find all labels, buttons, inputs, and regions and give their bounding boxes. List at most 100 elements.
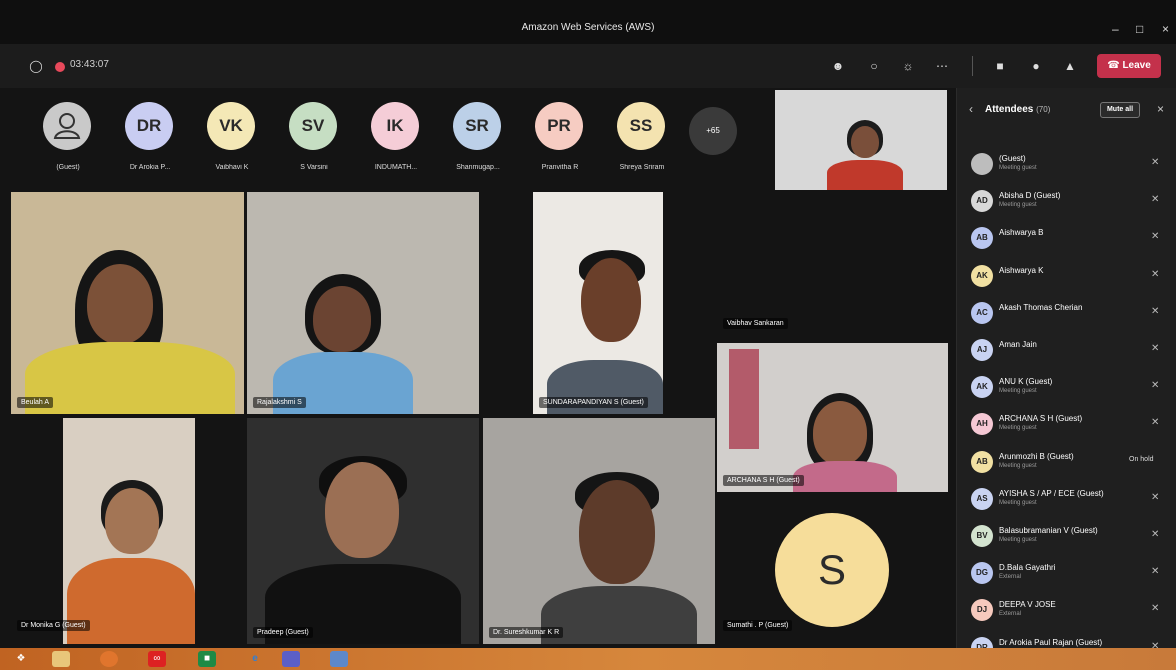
minimize-icon[interactable]: – xyxy=(1112,22,1119,36)
attendee-name: (Guest) xyxy=(999,154,1026,163)
avatar-item[interactable]: IK INDUMATH... xyxy=(354,88,438,186)
excel-icon[interactable]: ■ xyxy=(198,651,216,667)
mic-off-icon[interactable]: ✕ xyxy=(1151,194,1159,205)
mic-off-icon[interactable]: ✕ xyxy=(1151,529,1159,540)
leave-button[interactable]: ☎ Leave xyxy=(1097,54,1161,78)
attendee-row[interactable]: AJ Aman Jain ✕ xyxy=(957,334,1176,367)
attendee-row[interactable]: AH ARCHANA S H (Guest) Meeting guest ✕ xyxy=(957,408,1176,441)
shield-icon: ◯ xyxy=(29,59,43,73)
avatar-name: Vaibhavi K xyxy=(215,164,249,171)
window-title: Amazon Web Services (AWS) xyxy=(521,22,655,33)
video-tile-top[interactable] xyxy=(775,90,947,190)
mic-off-icon[interactable]: ✕ xyxy=(1151,231,1159,242)
internet-explorer-icon[interactable]: e xyxy=(246,651,264,667)
attendee-role: Meeting guest xyxy=(999,202,1037,209)
attendee-name: AYISHA S / AP / ECE (Guest) xyxy=(999,488,1104,498)
attendee-row[interactable]: AB Aishwarya B ✕ xyxy=(957,222,1176,255)
firefox-icon[interactable] xyxy=(100,651,118,667)
video-tile[interactable]: Dr. Sureshkumar K R xyxy=(483,418,715,644)
attendee-row[interactable]: BV Balasubramanian V (Guest) Meeting guest… xyxy=(957,520,1176,553)
tile-name: Sumathi . P (Guest) xyxy=(723,620,793,631)
chat-icon[interactable]: ○ xyxy=(866,58,882,74)
avatar-item[interactable]: SR Shanmugap... xyxy=(436,88,520,186)
tile-name: Vaibhav Sankaran xyxy=(723,318,788,329)
attendees-panel: ‹ Attendees (70) Mute all × (Guest) Meeti… xyxy=(956,88,1176,659)
attendee-name: ANU K (Guest) xyxy=(999,377,1053,387)
attendee-avatar: AJ xyxy=(971,339,993,361)
mic-off-icon[interactable]: ✕ xyxy=(1151,343,1159,354)
avatar xyxy=(43,102,91,150)
avatar-item[interactable]: PR Pranvitha R xyxy=(518,88,602,186)
windows-start-icon[interactable]: ❖ xyxy=(12,651,30,667)
panel-header: ‹ Attendees (70) Mute all × xyxy=(957,88,1176,132)
phone-icon: ☎ xyxy=(1107,60,1120,71)
attendee-row[interactable]: DG D.Bala Gayathri External ✕ xyxy=(957,557,1176,590)
avatar-item[interactable]: SV S Varsini xyxy=(272,88,356,186)
video-tile[interactable]: Rajalakshmi S xyxy=(247,192,479,414)
mic-off-icon[interactable]: ✕ xyxy=(1151,269,1159,280)
tile-name: SUNDARAPANDIYAN S (Guest) xyxy=(539,397,648,408)
avatar: SV xyxy=(289,102,337,150)
avatar-name: Dr Arokia P... xyxy=(129,164,171,171)
avatar-item[interactable]: SS Shreya Sriram xyxy=(600,88,684,186)
attendee-name: D.Bala Gayathri xyxy=(999,563,1056,573)
attendee-name: Abisha D (Guest) xyxy=(999,191,1061,201)
attendee-row[interactable]: AB Arunmozhi B (Guest) Meeting guest On hol… xyxy=(957,446,1176,479)
video-tile[interactable]: SUNDARAPANDIYAN S (Guest) xyxy=(533,192,663,414)
attendee-avatar: DJ xyxy=(971,599,993,622)
tile-name: Pradeep (Guest) xyxy=(253,627,313,638)
attendee-role: Meeting guest xyxy=(999,499,1037,506)
mic-off-icon[interactable]: ✕ xyxy=(1151,157,1159,168)
teams-icon[interactable] xyxy=(282,651,300,667)
attendee-role: Meeting guest xyxy=(999,165,1037,171)
avatar-item[interactable]: (Guest) xyxy=(26,88,110,186)
attendee-name: DEEPA V JOSE xyxy=(999,600,1056,610)
attendee-row[interactable]: AK Aishwarya K ✕ xyxy=(957,260,1176,293)
reactions-icon[interactable]: ☼ xyxy=(900,58,916,74)
acrobat-icon[interactable]: ∞ xyxy=(148,651,166,667)
photos-icon[interactable] xyxy=(330,651,348,667)
meeting-toolbar: ◯ 03:43:07 ☻ ○ ☼ ⋯ ■ ● ▲ ☎ Leave xyxy=(0,44,1176,88)
mic-off-icon[interactable]: ✕ xyxy=(1151,306,1159,317)
mic-off-icon[interactable]: ✕ xyxy=(1151,417,1159,428)
video-tile[interactable]: Beulah A xyxy=(11,192,244,414)
attendee-row[interactable]: AC Akash Thomas Cherian ✕ xyxy=(957,297,1176,330)
back-icon[interactable]: ‹ xyxy=(969,102,973,116)
avatar: DR xyxy=(125,102,173,150)
mic-off-icon[interactable]: ✕ xyxy=(1151,380,1159,391)
attendee-row[interactable]: (Guest) Meeting guest ✕ xyxy=(957,148,1176,181)
attendee-avatar xyxy=(971,153,993,175)
maximize-icon[interactable]: □ xyxy=(1136,22,1143,36)
more-icon[interactable]: ⋯ xyxy=(934,58,950,74)
mute-all-button[interactable]: Mute all xyxy=(1100,102,1140,118)
attendee-role: Meeting guest xyxy=(999,388,1037,395)
close-icon[interactable]: × xyxy=(1162,22,1169,36)
tile-name: Dr. Sureshkumar K R xyxy=(489,627,564,638)
attendee-row[interactable]: AK ANU K (Guest) Meeting guest ✕ xyxy=(957,371,1176,404)
video-tile[interactable]: ARCHANA S H (Guest) xyxy=(717,343,948,492)
close-panel-icon[interactable]: × xyxy=(1157,102,1164,116)
attendee-row[interactable]: AS AYISHA S / AP / ECE (Guest) Meeting gue… xyxy=(957,483,1176,516)
attendee-count: (70) xyxy=(1036,105,1051,114)
video-tile[interactable] xyxy=(63,418,195,644)
video-tile[interactable]: Pradeep (Guest) xyxy=(247,418,479,644)
attendee-row[interactable]: AD Abisha D (Guest) Meeting guest ✕ xyxy=(957,185,1176,218)
panel-title: Attendees (70) xyxy=(985,104,1050,115)
attendee-name: ARCHANA S H (Guest) xyxy=(999,414,1083,424)
share-icon[interactable]: ▲ xyxy=(1062,58,1078,74)
mic-off-icon[interactable]: ✕ xyxy=(1151,566,1159,577)
avatar-name: INDUMATH... xyxy=(374,164,418,171)
mic-off-icon[interactable]: ✕ xyxy=(1151,603,1159,614)
title-bar: Amazon Web Services (AWS) – □ × xyxy=(0,0,1176,44)
attendee-avatar: AK xyxy=(971,376,993,399)
attendee-row[interactable]: DJ DEEPA V JOSE External ✕ xyxy=(957,594,1176,627)
people-icon[interactable]: ☻ xyxy=(830,58,846,74)
avatar-item[interactable]: VK Vaibhavi K xyxy=(190,88,274,186)
mic-icon[interactable]: ● xyxy=(1028,58,1044,74)
mic-off-icon[interactable]: ✕ xyxy=(1151,492,1159,503)
avatar: IK xyxy=(371,102,419,150)
avatar-item[interactable]: DR Dr Arokia P... xyxy=(108,88,192,186)
more-participants-button[interactable]: +65 xyxy=(689,107,737,155)
camera-icon[interactable]: ■ xyxy=(992,58,1008,74)
file-explorer-icon[interactable] xyxy=(52,651,70,667)
